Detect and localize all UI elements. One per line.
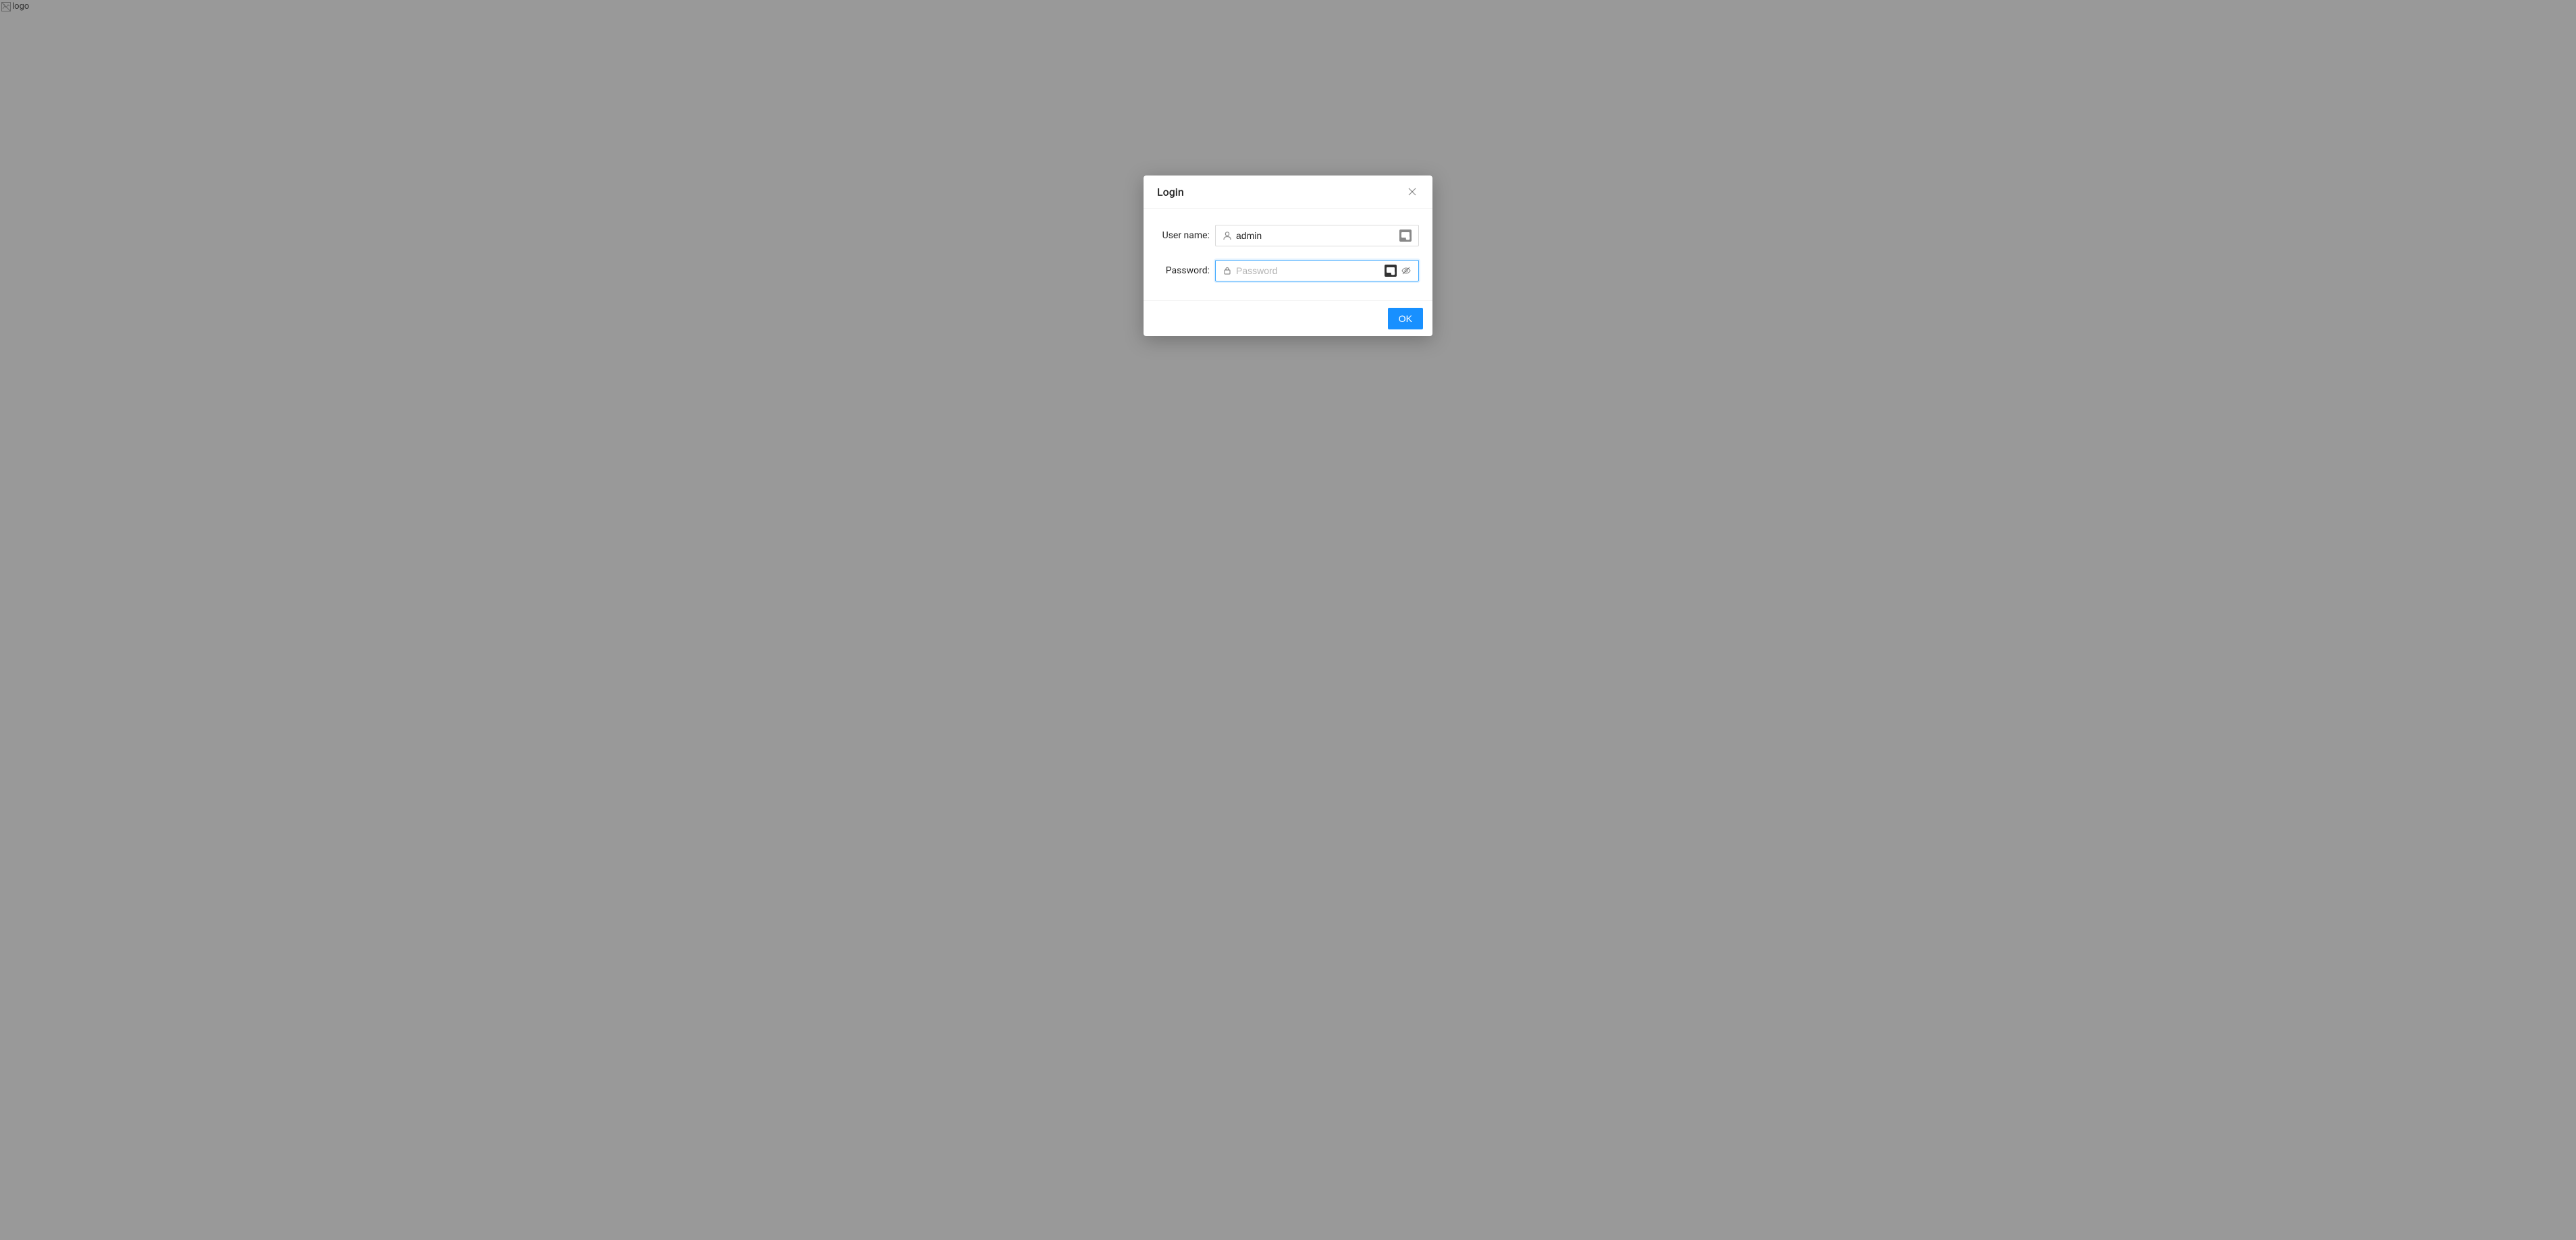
username-row: User name: xyxy=(1157,225,1419,246)
browser-credential-icon[interactable]: 2 xyxy=(1385,265,1397,277)
modal-header: Login xyxy=(1144,176,1432,209)
username-input[interactable] xyxy=(1236,225,1399,246)
lock-icon xyxy=(1223,266,1232,275)
password-row: Password: xyxy=(1157,260,1419,281)
ok-button[interactable]: OK xyxy=(1388,308,1423,329)
password-label: Password: xyxy=(1157,265,1210,276)
eye-invisible-icon[interactable] xyxy=(1401,265,1412,276)
username-label: User name: xyxy=(1157,230,1210,241)
password-input-wrapper[interactable]: 2 xyxy=(1215,260,1419,281)
password-input[interactable] xyxy=(1236,261,1385,281)
user-icon xyxy=(1223,231,1232,240)
modal-overlay: Login User name: xyxy=(0,0,2576,1240)
login-modal: Login User name: xyxy=(1144,176,1432,336)
username-input-wrapper[interactable]: 2 xyxy=(1215,225,1419,246)
close-button[interactable] xyxy=(1405,185,1419,198)
modal-body: User name: xyxy=(1144,209,1432,300)
browser-credential-icon[interactable]: 2 xyxy=(1399,230,1412,242)
close-icon xyxy=(1407,187,1417,196)
modal-title: Login xyxy=(1157,186,1184,198)
modal-footer: OK xyxy=(1144,300,1432,336)
